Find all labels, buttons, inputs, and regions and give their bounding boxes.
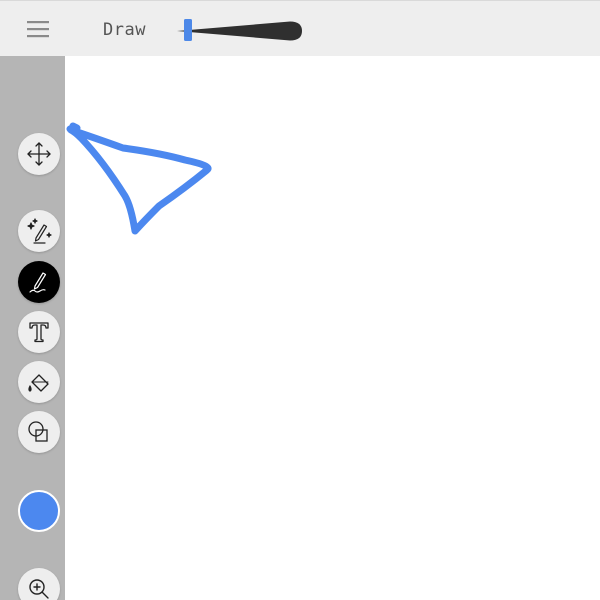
top-bar: Draw — [0, 0, 600, 56]
pen-tool-button[interactable] — [18, 261, 60, 303]
zoom-tool-button[interactable] — [18, 568, 60, 600]
brush-size-handle[interactable] — [184, 19, 192, 41]
text-icon — [29, 322, 49, 343]
tool-sidebar — [0, 56, 65, 600]
menu-button[interactable] — [18, 15, 58, 43]
shapes-icon — [28, 421, 48, 442]
magic-pen-icon — [27, 218, 52, 244]
drawn-stroke — [66, 122, 212, 235]
mode-label: Draw — [103, 20, 146, 40]
fill-tool-button[interactable] — [18, 361, 60, 403]
move-tool-button[interactable] — [18, 133, 60, 175]
brush-size-slider[interactable] — [175, 17, 305, 45]
color-picker-swatch[interactable] — [18, 490, 60, 532]
move-arrows-icon — [27, 142, 51, 166]
pen-icon — [29, 272, 47, 293]
zoom-in-icon — [29, 579, 49, 599]
drawing-canvas[interactable] — [65, 56, 600, 600]
drawing-app: Draw — [0, 0, 600, 600]
hamburger-menu-icon — [27, 21, 49, 38]
text-tool-button[interactable] — [18, 311, 60, 353]
shapes-tool-button[interactable] — [18, 411, 60, 453]
brush-size-track — [177, 21, 302, 41]
magic-pen-tool-button[interactable] — [18, 210, 60, 252]
paint-bucket-icon — [28, 374, 49, 392]
